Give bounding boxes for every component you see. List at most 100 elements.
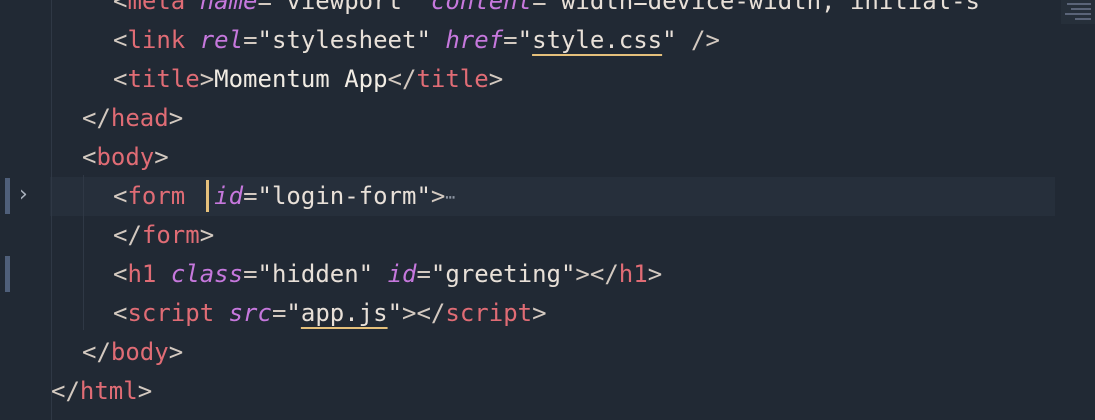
token: script <box>127 299 215 327</box>
code-text: <h1 class="hidden" id="greeting"></h1> <box>113 255 662 294</box>
minimap-line <box>1065 13 1091 15</box>
token: script <box>445 299 533 327</box>
token: content <box>430 0 533 15</box>
token: html <box>79 377 138 405</box>
token: > <box>430 182 446 210</box>
code-text: <body> <box>82 138 169 177</box>
token: > <box>199 65 215 93</box>
code-editor[interactable]: <meta name="viewport" content="width=dev… <box>0 0 1095 420</box>
token: < <box>113 65 128 93</box>
token: form <box>141 221 200 249</box>
token: id <box>214 182 244 210</box>
indent-guide <box>83 175 84 330</box>
token: < <box>113 299 128 327</box>
code-line-meta[interactable]: <meta name="viewport" content="width=dev… <box>0 0 1060 21</box>
code-text: <form id="login-form">⋯ <box>113 177 455 216</box>
token: h1 <box>127 260 157 288</box>
token: < <box>113 0 128 15</box>
token: href <box>445 26 504 54</box>
token: </ <box>113 221 142 249</box>
token: = <box>271 299 287 327</box>
code-text: <script src="app.js"></script> <box>113 294 547 333</box>
code-line-body-close[interactable]: </body> <box>0 333 1060 372</box>
git-change-marker[interactable] <box>5 256 10 292</box>
minimap-line <box>1075 18 1091 20</box>
code-text: </head> <box>82 99 183 138</box>
chevron-right-icon[interactable]: › <box>19 180 37 210</box>
token: "login-form" <box>257 182 431 210</box>
token: = <box>416 260 431 288</box>
code-line-script[interactable]: <script src="app.js"></script> <box>0 294 1060 333</box>
token: > <box>199 221 215 249</box>
token: < <box>113 260 128 288</box>
code-line-head-close[interactable]: </head> <box>0 99 1060 138</box>
code-text: </html> <box>51 372 152 411</box>
token: body <box>96 143 155 171</box>
code-line-title[interactable]: <title>Momentum App</title> <box>0 60 1060 99</box>
token: </ <box>82 104 111 132</box>
token: style.css <box>532 26 663 54</box>
token: "width=device-width, initial-s <box>546 0 980 15</box>
token: > <box>532 299 547 327</box>
token: title <box>416 65 489 93</box>
code-text: <meta name="viewport" content="width=dev… <box>113 0 980 21</box>
git-change-marker[interactable] <box>5 178 10 214</box>
token: body <box>110 338 169 366</box>
token: h1 <box>618 260 648 288</box>
code-line-html-close[interactable]: </html> <box>0 372 1060 411</box>
token: title <box>127 65 200 93</box>
token: = <box>257 0 272 15</box>
minimap-line <box>1067 3 1091 5</box>
token: " <box>517 26 533 54</box>
token: src <box>228 299 272 327</box>
token: "stylesheet" <box>257 26 431 54</box>
code-line-form-close[interactable]: </form> <box>0 216 1060 255</box>
token: Momentum App <box>214 65 388 93</box>
token: </ <box>387 65 417 93</box>
token: = <box>243 182 258 210</box>
token: < <box>113 26 128 54</box>
token: meta <box>127 0 186 15</box>
code-line-form-open[interactable]: <form id="login-form">⋯ <box>50 177 1055 216</box>
token: "greeting" <box>430 260 576 288</box>
minimap[interactable] <box>1061 0 1095 24</box>
token: form <box>127 182 186 210</box>
token: class <box>170 260 244 288</box>
token: = <box>243 26 258 54</box>
token: = <box>503 26 518 54</box>
token: app.js <box>300 299 388 327</box>
text-cursor <box>206 180 209 212</box>
token: rel <box>199 26 244 54</box>
token: < <box>113 182 128 210</box>
token: head <box>110 104 169 132</box>
code-text: </form> <box>113 216 214 255</box>
token: = <box>243 260 258 288</box>
token: > <box>488 65 504 93</box>
token: /> <box>676 26 720 54</box>
token: > <box>168 104 184 132</box>
token: link <box>127 26 186 54</box>
code-text: <link rel="stylesheet" href="style.css" … <box>113 21 720 60</box>
minimap-line <box>1071 8 1091 10</box>
code-text: </body> <box>82 333 183 372</box>
token: ⋯ <box>445 187 455 207</box>
token: </ <box>82 338 111 366</box>
token: "hidden" <box>257 260 374 288</box>
code-line-body-open[interactable]: <body> <box>0 138 1060 177</box>
code-line-h1[interactable]: <h1 class="hidden" id="greeting"></h1> <box>0 255 1060 294</box>
token: </ <box>51 377 80 405</box>
token: ></ <box>575 260 619 288</box>
code-line-link[interactable]: <link rel="stylesheet" href="style.css" … <box>0 21 1060 60</box>
token: < <box>82 143 97 171</box>
code-text: <title>Momentum App</title> <box>113 60 503 99</box>
token: " <box>662 26 677 54</box>
token: ></ <box>402 299 446 327</box>
